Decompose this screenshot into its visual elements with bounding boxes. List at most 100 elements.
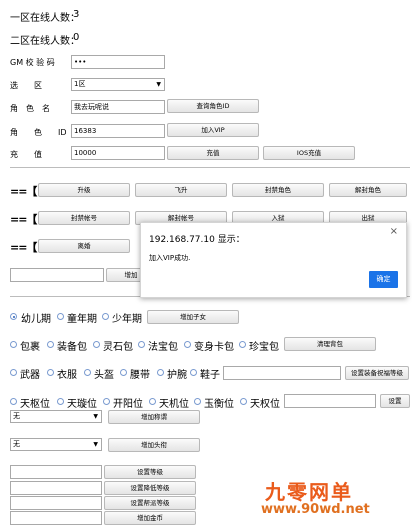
query-role-id-button[interactable]: 查询角色ID [167, 99, 259, 113]
divorce-button[interactable]: 离婚 [38, 239, 130, 253]
dialog-message: 加入VIP成功. [149, 254, 191, 262]
radio-childhood-label: 童年期 [67, 314, 97, 325]
radio-clothes[interactable] [47, 369, 54, 376]
role-id-label: 角 色 ID [10, 128, 67, 137]
guild-level-input[interactable] [10, 496, 102, 510]
watermark-url: www.90wd.net [261, 502, 370, 517]
zone-select-value: 1区 [74, 80, 86, 88]
radio-helmet-label: 头盔 [94, 370, 114, 381]
radio-shoes[interactable] [190, 369, 197, 376]
add-child-button[interactable]: 增加子女 [147, 310, 239, 324]
radio-kaiyang[interactable] [103, 398, 110, 405]
section-marker-icon: ==【 [10, 213, 37, 226]
ios-recharge-button[interactable]: IOS充值 [263, 146, 355, 160]
radio-infant[interactable] [10, 313, 17, 320]
zone1-online-label: 一区在线人数： [10, 13, 80, 24]
dialog-title: 192.168.77.10 显示： [149, 235, 245, 245]
title-select-value: 无 [13, 412, 20, 420]
radio-bracer-label: 护腕 [167, 370, 187, 381]
radio-tianji-label: 天机位 [159, 399, 189, 410]
zone-select[interactable]: 1区 ▼ [71, 78, 165, 91]
head-title-select-value: 无 [13, 440, 20, 448]
radio-tianxuan-label: 天璇位 [67, 399, 97, 410]
radio-bag[interactable] [10, 341, 17, 348]
divider [10, 167, 410, 168]
radio-jewel-bag[interactable] [239, 341, 246, 348]
misc-input[interactable] [10, 268, 104, 282]
radio-transform-card-bag[interactable] [184, 341, 191, 348]
radio-belt-label: 腰带 [130, 370, 150, 381]
set-position-button[interactable]: 设置 [380, 394, 410, 408]
unban-role-button[interactable]: 解封角色 [329, 183, 407, 197]
radio-equip-bag[interactable] [47, 341, 54, 348]
zone-label: 选 区 [10, 81, 42, 90]
zone1-online-count: 3 [73, 9, 80, 20]
radio-tianshu[interactable] [10, 398, 17, 405]
radio-transform-card-bag-label: 变身卡包 [194, 342, 234, 353]
radio-bracer[interactable] [157, 369, 164, 376]
radio-belt[interactable] [120, 369, 127, 376]
ascend-button[interactable]: 飞升 [135, 183, 227, 197]
add-head-title-button[interactable]: 增加头衔 [108, 438, 200, 452]
radio-infant-label: 幼儿期 [21, 314, 51, 325]
recharge-input[interactable]: 10000 [71, 146, 165, 160]
radio-treasure-bag[interactable] [138, 341, 145, 348]
radio-youth[interactable] [102, 313, 109, 320]
set-equipment-blessing-button[interactable]: 设置装备祝福等级 [345, 366, 409, 380]
radio-bag-label: 包裹 [20, 342, 40, 353]
role-id-input[interactable]: 16383 [71, 124, 165, 138]
radio-stone-bag-label: 灵石包 [103, 342, 133, 353]
recharge-label: 充 值 [10, 150, 42, 159]
ban-role-button[interactable]: 封禁角色 [232, 183, 324, 197]
ban-account-button[interactable]: 封禁帐号 [38, 211, 130, 225]
chevron-down-icon: ▼ [93, 413, 98, 420]
radio-yuheng-label: 玉衡位 [204, 399, 234, 410]
alert-dialog: 192.168.77.10 显示： × 加入VIP成功. 确定 [140, 222, 407, 298]
zone2-online-label: 二区在线人数： [10, 36, 80, 47]
add-title-button[interactable]: 增加称谓 [108, 410, 200, 424]
radio-helmet[interactable] [84, 369, 91, 376]
chevron-down-icon: ▼ [93, 441, 98, 448]
chevron-down-icon: ▼ [156, 81, 161, 88]
watermark-logo: 九零网单 www.90wd.net [256, 476, 406, 520]
radio-youth-label: 少年期 [112, 314, 142, 325]
position-level-input[interactable] [284, 394, 376, 408]
zone2-online-count: 0 [73, 32, 80, 43]
radio-stone-bag[interactable] [93, 341, 100, 348]
lower-level-input[interactable] [10, 481, 102, 495]
gm-code-label: GM 校 验 码 [10, 58, 55, 67]
equipment-level-input[interactable] [223, 366, 341, 380]
gm-code-input[interactable]: ••• [71, 55, 165, 69]
radio-yuheng[interactable] [194, 398, 201, 405]
close-icon[interactable]: × [390, 226, 398, 237]
radio-shoes-label: 鞋子 [200, 370, 220, 381]
radio-tianxuan[interactable] [57, 398, 64, 405]
radio-tianquan-label: 天权位 [250, 399, 280, 410]
head-title-select[interactable]: 无 ▼ [10, 438, 102, 451]
title-select[interactable]: 无 ▼ [10, 410, 102, 423]
role-name-label: 角 色 名 [10, 104, 50, 113]
role-name-input[interactable]: 我去玩呢说 [71, 100, 165, 114]
radio-equip-bag-label: 装备包 [57, 342, 87, 353]
gold-input[interactable] [10, 511, 102, 525]
recharge-button[interactable]: 充值 [167, 146, 259, 160]
level-input[interactable] [10, 465, 102, 479]
set-guild-level-button[interactable]: 设置帮派等级 [104, 496, 196, 510]
radio-clothes-label: 衣服 [57, 370, 77, 381]
radio-weapon-label: 武器 [20, 370, 40, 381]
add-gold-button[interactable]: 增加金币 [104, 511, 196, 525]
watermark-brand: 九零网单 [265, 480, 353, 504]
set-lower-level-button[interactable]: 设置降低等级 [104, 481, 196, 495]
radio-weapon[interactable] [10, 369, 17, 376]
radio-tianquan[interactable] [240, 398, 247, 405]
ok-button[interactable]: 确定 [369, 271, 398, 288]
section-marker-icon: ==【 [10, 241, 37, 254]
set-level-button[interactable]: 设置等级 [104, 465, 196, 479]
level-up-button[interactable]: 升级 [38, 183, 130, 197]
radio-childhood[interactable] [57, 313, 64, 320]
radio-kaiyang-label: 开阳位 [113, 399, 143, 410]
add-vip-button[interactable]: 加入VIP [167, 123, 259, 137]
clear-bag-button[interactable]: 清理背包 [284, 337, 376, 351]
radio-treasure-bag-label: 法宝包 [148, 342, 178, 353]
radio-tianji[interactable] [149, 398, 156, 405]
